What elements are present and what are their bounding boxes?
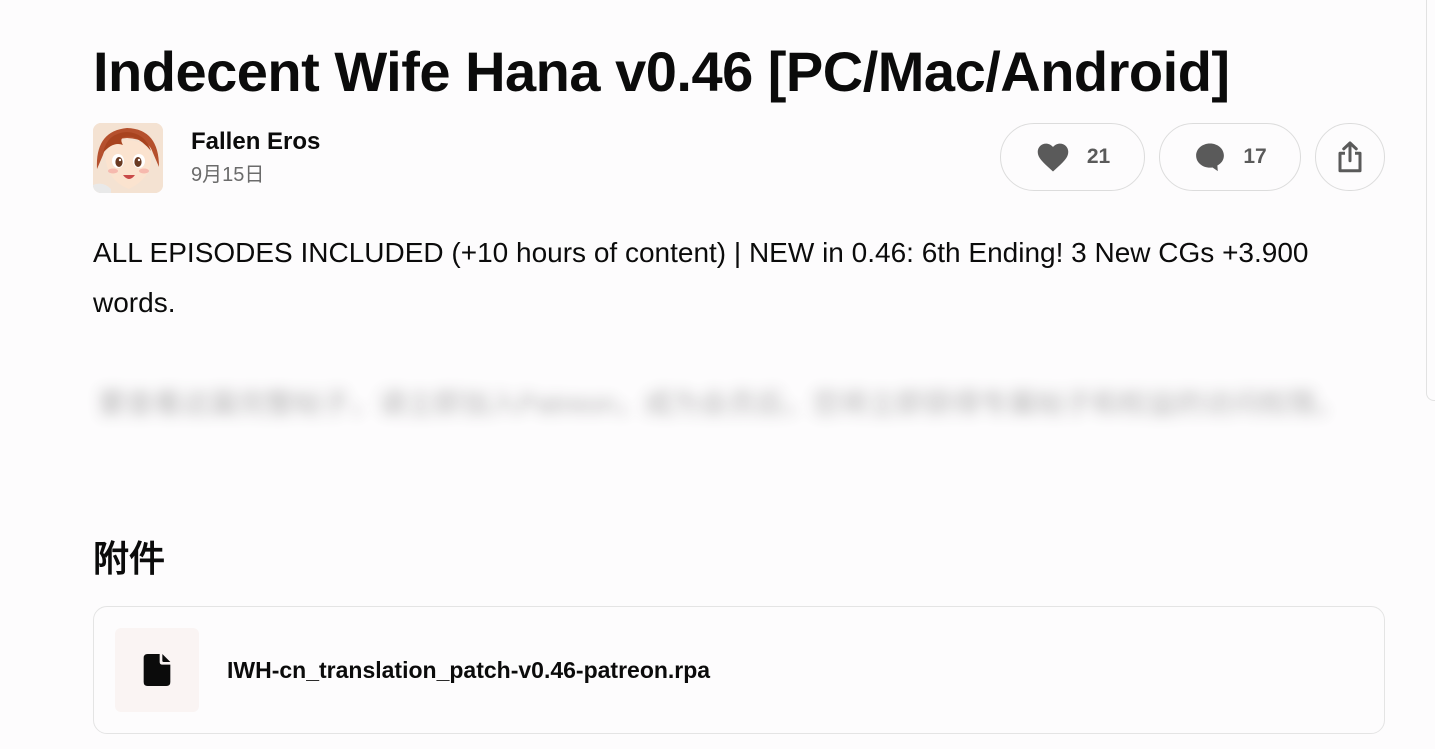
share-icon: [1338, 141, 1362, 173]
comment-count: 17: [1243, 145, 1267, 168]
file-icon: [143, 654, 171, 686]
like-button[interactable]: 21: [1000, 123, 1145, 191]
avatar-image: [93, 123, 163, 193]
scrollbar-track[interactable]: [1426, 0, 1435, 401]
author-avatar[interactable]: [93, 123, 163, 193]
post-page: Indecent Wife Hana v0.46 [PC/Mac/Android…: [0, 0, 1435, 749]
attachment-item[interactable]: IWH-cn_translation_patch-v0.46-patreon.r…: [93, 606, 1385, 734]
post-summary: ALL EPISODES INCLUDED (+10 hours of cont…: [93, 237, 1309, 318]
author-name[interactable]: Fallen Eros: [191, 126, 320, 158]
speech-bubble-icon: [1196, 143, 1225, 172]
heart-icon: [1037, 143, 1069, 172]
post-date: 9月15日: [191, 164, 265, 186]
comment-button[interactable]: 17: [1159, 123, 1301, 191]
attachments-heading: 附件: [93, 538, 166, 579]
share-button[interactable]: [1315, 123, 1385, 191]
like-count: 21: [1086, 145, 1111, 168]
post-title: Indecent Wife Hana v0.46 [PC/Mac/Android…: [93, 40, 1230, 103]
attachment-file-name[interactable]: IWH-cn_translation_patch-v0.46-patreon.r…: [227, 654, 710, 686]
file-icon-container: [115, 628, 199, 712]
locked-content-text: 要查看这篇完整帖子，请立即加入Patreon，成为会员后，您将立即获得专属帖子和…: [98, 388, 1345, 419]
